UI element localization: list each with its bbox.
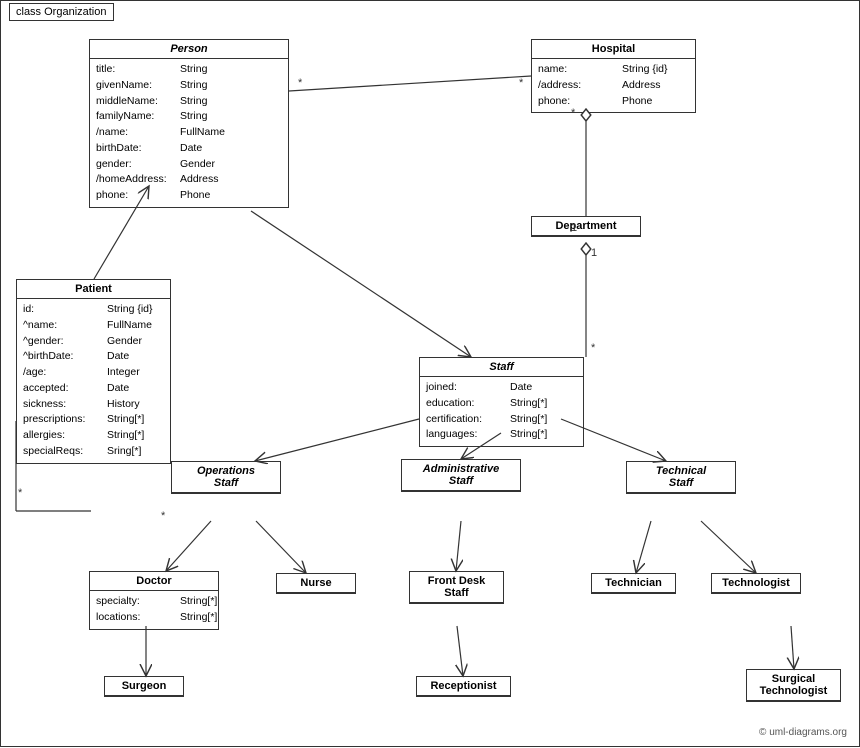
copyright: © uml-diagrams.org [759,727,847,738]
svg-text:*: * [18,487,23,499]
class-technologist-title: Technologist [712,574,800,593]
class-receptionist-title: Receptionist [417,677,510,696]
class-surgeon-title: Surgeon [105,677,183,696]
class-doctor-title: Doctor [90,572,218,591]
class-nurse: Nurse [276,573,356,594]
class-administrative-staff-title: AdministrativeStaff [402,460,520,491]
class-front-desk-staff-title: Front DeskStaff [410,572,503,603]
class-receptionist: Receptionist [416,676,511,697]
class-staff-body: joined:Date education:String[*] certific… [420,377,583,446]
class-staff: Staff joined:Date education:String[*] ce… [419,357,584,447]
class-technician-title: Technician [592,574,675,593]
class-operations-staff-title: OperationsStaff [172,462,280,493]
class-staff-title: Staff [420,358,583,377]
class-person: Person title:String givenName:String mid… [89,39,289,208]
svg-text:*: * [298,77,303,89]
diagram-title: class Organization [9,3,114,21]
class-operations-staff: OperationsStaff [171,461,281,494]
class-nurse-title: Nurse [277,574,355,593]
class-department: Department [531,216,641,237]
class-administrative-staff: AdministrativeStaff [401,459,521,492]
svg-text:*: * [161,510,166,522]
svg-text:1: 1 [591,247,597,259]
class-hospital: Hospital name:String {id} /address:Addre… [531,39,696,113]
diagram-container: class Organization Person title:String g… [0,0,860,747]
class-surgical-technologist: SurgicalTechnologist [746,669,841,702]
class-patient-body: id:String {id} ^name:FullName ^gender:Ge… [17,299,170,463]
svg-text:*: * [519,77,524,89]
class-patient-title: Patient [17,280,170,299]
class-front-desk-staff: Front DeskStaff [409,571,504,604]
class-doctor: Doctor specialty:String[*] locations:Str… [89,571,219,630]
class-technologist: Technologist [711,573,801,594]
class-person-title: Person [90,40,288,59]
class-technician: Technician [591,573,676,594]
class-doctor-body: specialty:String[*] locations:String[*] [90,591,218,629]
class-technical-staff-title: TechnicalStaff [627,462,735,493]
class-surgical-technologist-title: SurgicalTechnologist [747,670,840,701]
class-hospital-title: Hospital [532,40,695,59]
class-person-body: title:String givenName:String middleName… [90,59,288,207]
class-technical-staff: TechnicalStaff [626,461,736,494]
class-surgeon: Surgeon [104,676,184,697]
class-department-title: Department [532,217,640,236]
class-patient: Patient id:String {id} ^name:FullName ^g… [16,279,171,464]
svg-text:*: * [591,342,596,354]
class-hospital-body: name:String {id} /address:Address phone:… [532,59,695,112]
